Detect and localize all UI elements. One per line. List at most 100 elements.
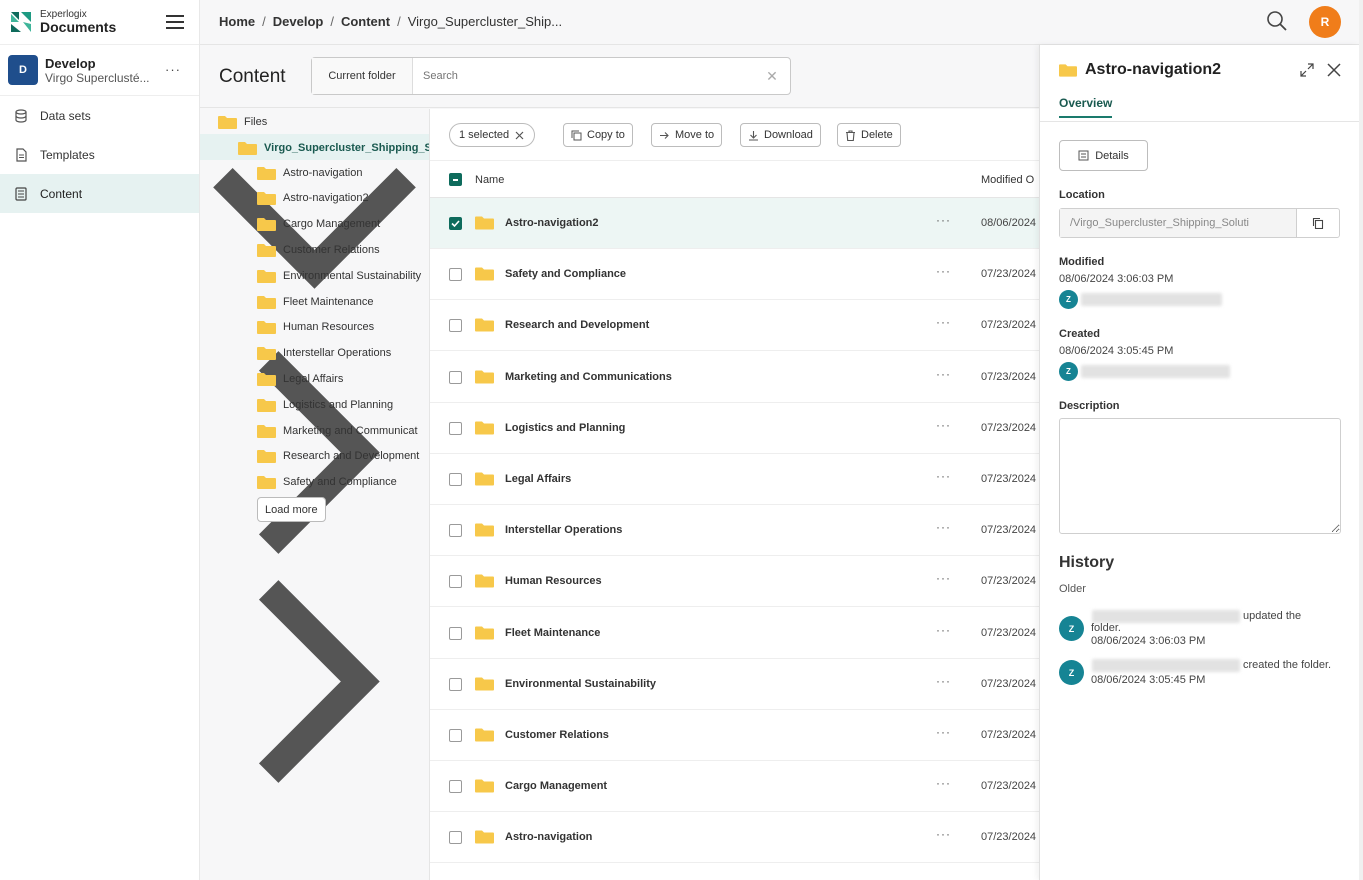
row-checkbox[interactable] — [449, 729, 462, 742]
copy-to-button[interactable]: Copy to — [563, 123, 633, 147]
tree-item[interactable]: Safety and Compliance — [257, 470, 397, 495]
tree-item[interactable]: Astro-navigation — [257, 160, 363, 185]
search-icon[interactable] — [1266, 10, 1288, 32]
load-more-button[interactable]: Load more — [257, 497, 326, 522]
row-name[interactable]: Marketing and Communications — [505, 371, 672, 383]
row-checkbox[interactable] — [449, 217, 462, 230]
tree-item[interactable]: Environmental Sustainability — [257, 263, 421, 288]
row-name[interactable]: Human Resources — [505, 575, 602, 587]
row-more-button[interactable]: ··· — [936, 623, 951, 637]
move-to-button[interactable]: Move to — [651, 123, 723, 147]
row-more-button[interactable]: ··· — [936, 520, 951, 534]
hamburger-menu-icon[interactable] — [165, 12, 185, 32]
table-row[interactable]: Logistics and Planning ··· 07/23/2024 — [430, 403, 1039, 454]
tree-item[interactable]: Marketing and Communicat — [257, 418, 418, 443]
expand-icon[interactable] — [1300, 63, 1314, 77]
tree-item[interactable]: Human Resources — [257, 315, 374, 340]
details-button[interactable]: Details — [1059, 140, 1148, 171]
tab-overview[interactable]: Overview — [1059, 96, 1113, 118]
tree-item-files[interactable]: Files — [218, 109, 267, 134]
location-value[interactable]: /Virgo_Supercluster_Shipping_Soluti — [1060, 209, 1296, 237]
row-name[interactable]: Astro-navigation2 — [505, 217, 599, 229]
row-name[interactable]: Cargo Management — [505, 780, 607, 792]
breadcrumb-content[interactable]: Content — [341, 14, 390, 29]
row-checkbox[interactable] — [449, 370, 462, 384]
table-row[interactable]: Cargo Management ··· 07/23/2024 — [430, 761, 1039, 813]
page-scrollbar[interactable] — [1359, 0, 1363, 880]
tree-item[interactable]: Logistics and Planning — [257, 392, 393, 417]
close-icon[interactable] — [1327, 63, 1341, 77]
row-name[interactable]: Legal Affairs — [505, 473, 571, 485]
table-row[interactable]: Interstellar Operations ··· 07/23/2024 — [430, 505, 1039, 557]
column-header-name[interactable]: Name — [475, 174, 504, 186]
row-checkbox[interactable] — [449, 626, 462, 640]
row-checkbox[interactable] — [449, 421, 462, 435]
chevron-right-icon[interactable] — [200, 567, 429, 796]
row-name[interactable]: Customer Relations — [505, 729, 609, 741]
row-name[interactable]: Logistics and Planning — [505, 422, 625, 434]
search-scope-button[interactable]: Current folder — [312, 58, 413, 94]
table-row[interactable]: Environmental Sustainability ··· 07/23/202… — [430, 659, 1039, 710]
table-row[interactable]: Fleet Maintenance ··· 07/23/2024 — [430, 608, 1039, 659]
search-input[interactable] — [413, 58, 754, 94]
row-checkbox[interactable] — [449, 319, 462, 333]
row-more-button[interactable]: ··· — [936, 213, 951, 227]
row-more-button[interactable]: ··· — [936, 725, 951, 739]
row-checkbox[interactable] — [449, 780, 462, 794]
delete-button[interactable]: Delete — [837, 123, 901, 147]
select-all-checkbox[interactable] — [449, 173, 462, 186]
row-name[interactable]: Environmental Sustainability — [505, 678, 656, 690]
clear-search-icon[interactable]: ✕ — [754, 58, 790, 94]
download-button[interactable]: Download — [740, 123, 821, 147]
row-more-button[interactable]: ··· — [936, 315, 951, 329]
tree-item[interactable]: Fleet Maintenance — [257, 289, 374, 314]
copy-location-button[interactable] — [1296, 209, 1339, 237]
row-name[interactable]: Fleet Maintenance — [505, 627, 600, 639]
tree-item[interactable]: Research and Development — [257, 444, 419, 469]
column-header-modified[interactable]: Modified O — [981, 174, 1034, 186]
description-textarea[interactable] — [1059, 418, 1341, 534]
row-checkbox[interactable] — [449, 524, 462, 538]
row-more-button[interactable]: ··· — [936, 469, 951, 483]
row-more-button[interactable]: ··· — [936, 776, 951, 790]
row-checkbox[interactable] — [449, 677, 462, 691]
row-name[interactable]: Astro-navigation — [505, 831, 592, 843]
tree-item[interactable]: Legal Affairs — [257, 366, 343, 391]
tree-item[interactable]: Astro-navigation2 — [257, 186, 369, 211]
tree-item[interactable]: Cargo Management — [257, 212, 380, 237]
table-row[interactable]: Astro-navigation2 ··· 08/06/2024 — [430, 198, 1039, 249]
tree-item[interactable]: Customer Relations — [257, 237, 380, 262]
selected-count-chip[interactable]: 1 selected — [449, 123, 536, 147]
breadcrumb-develop[interactable]: Develop — [273, 14, 324, 29]
row-more-button[interactable]: ··· — [936, 827, 951, 841]
row-more-button[interactable]: ··· — [936, 571, 951, 585]
table-row[interactable]: Marketing and Communications ··· 07/23/202… — [430, 352, 1039, 403]
row-checkbox[interactable] — [449, 575, 462, 589]
row-more-button[interactable]: ··· — [936, 418, 951, 432]
row-name[interactable]: Interstellar Operations — [505, 524, 622, 536]
nav-item-content[interactable]: Content — [0, 174, 199, 213]
row-checkbox[interactable] — [449, 473, 462, 486]
workspace-more-button[interactable]: ··· — [165, 62, 181, 77]
tree-item[interactable]: Interstellar Operations — [257, 341, 391, 366]
nav-item-templates[interactable]: Templates — [0, 135, 199, 174]
row-more-button[interactable]: ··· — [936, 264, 951, 278]
user-avatar[interactable]: R — [1309, 6, 1341, 38]
row-name[interactable]: Research and Development — [505, 319, 649, 331]
table-row[interactable]: Safety and Compliance ··· 07/23/2024 — [430, 249, 1039, 301]
row-more-button[interactable]: ··· — [936, 367, 951, 381]
row-checkbox[interactable] — [449, 268, 462, 282]
breadcrumb-home[interactable]: Home — [219, 14, 255, 29]
close-icon[interactable] — [514, 130, 525, 141]
table-row[interactable]: Research and Development ··· 07/23/2024 — [430, 300, 1039, 352]
workspace-switcher[interactable]: D Develop Virgo Superclusté... ··· — [0, 45, 199, 96]
table-row[interactable]: Astro-navigation ··· 07/23/2024 — [430, 812, 1039, 864]
row-name[interactable]: Safety and Compliance — [505, 268, 626, 280]
table-row[interactable]: Customer Relations ··· 07/23/2024 — [430, 710, 1039, 761]
table-row[interactable]: Legal Affairs ··· 07/23/2024 — [430, 454, 1039, 505]
table-row[interactable]: Human Resources ··· 07/23/2024 — [430, 556, 1039, 608]
row-checkbox[interactable] — [449, 831, 462, 845]
row-more-button[interactable]: ··· — [936, 674, 951, 688]
nav-item-data-sets[interactable]: Data sets — [0, 96, 199, 135]
tree-item-root-folder[interactable]: Virgo_Supercluster_Shipping_S — [238, 135, 429, 160]
